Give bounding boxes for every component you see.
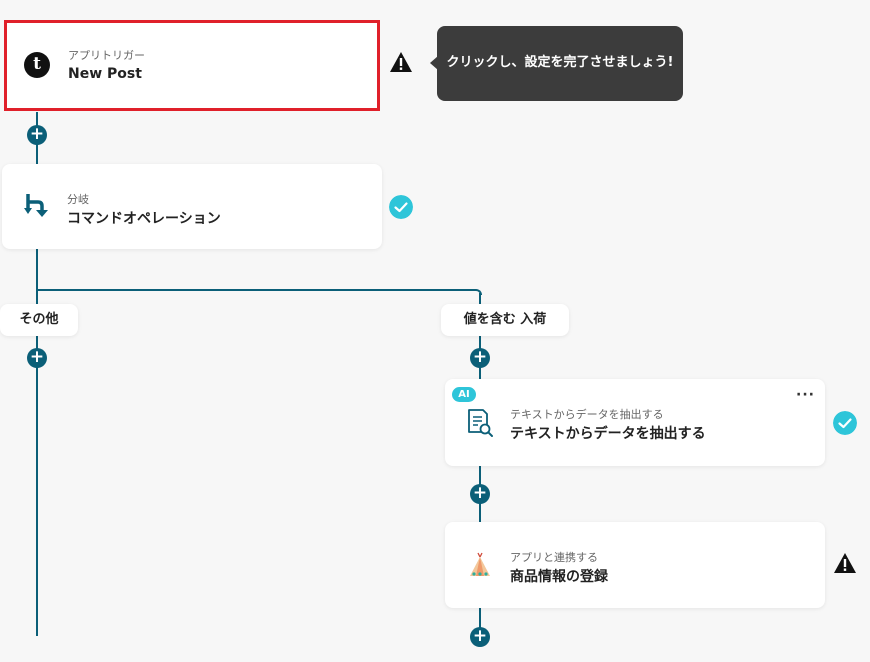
branch-label-other: その他 [0,304,78,336]
branch-icon [24,194,48,217]
tent-icon [470,552,490,576]
connector-horizontal [36,289,476,291]
extract-card[interactable]: AI ··· テキストからデータを抽出する テキストからデータを抽出する [445,379,825,466]
warning-icon [390,52,412,72]
tumblr-icon: t [24,52,50,78]
add-step-button[interactable]: + [27,125,47,145]
document-search-icon [468,409,493,437]
trigger-title: New Post [68,66,142,82]
warning-icon [834,553,856,573]
check-icon [389,195,413,219]
add-step-button-right-2[interactable]: + [470,484,490,504]
register-title: 商品情報の登録 [510,569,608,585]
branch-subtitle: 分岐 [67,193,89,206]
check-icon [833,411,857,435]
ai-badge: AI [452,387,476,402]
branch-card[interactable]: 分岐 コマンドオペレーション [2,164,382,249]
setup-tooltip: クリックし、設定を完了させましょう! [430,26,683,101]
register-card[interactable]: アプリと連携する 商品情報の登録 [445,522,825,608]
extract-title: テキストからデータを抽出する [510,426,706,442]
trigger-subtitle: アプリトリガー [68,49,145,62]
trigger-card[interactable]: t アプリトリガー New Post [4,20,380,111]
add-step-button-right-3[interactable]: + [470,627,490,647]
add-step-button-left[interactable]: + [27,348,47,368]
register-subtitle: アプリと連携する [510,551,598,564]
branch-title: コマンドオペレーション [67,211,221,227]
more-options-button[interactable]: ··· [796,387,815,403]
add-step-button-right[interactable]: + [470,348,490,368]
branch-label-contains: 値を含む 入荷 [441,304,569,336]
extract-subtitle: テキストからデータを抽出する [510,408,664,421]
